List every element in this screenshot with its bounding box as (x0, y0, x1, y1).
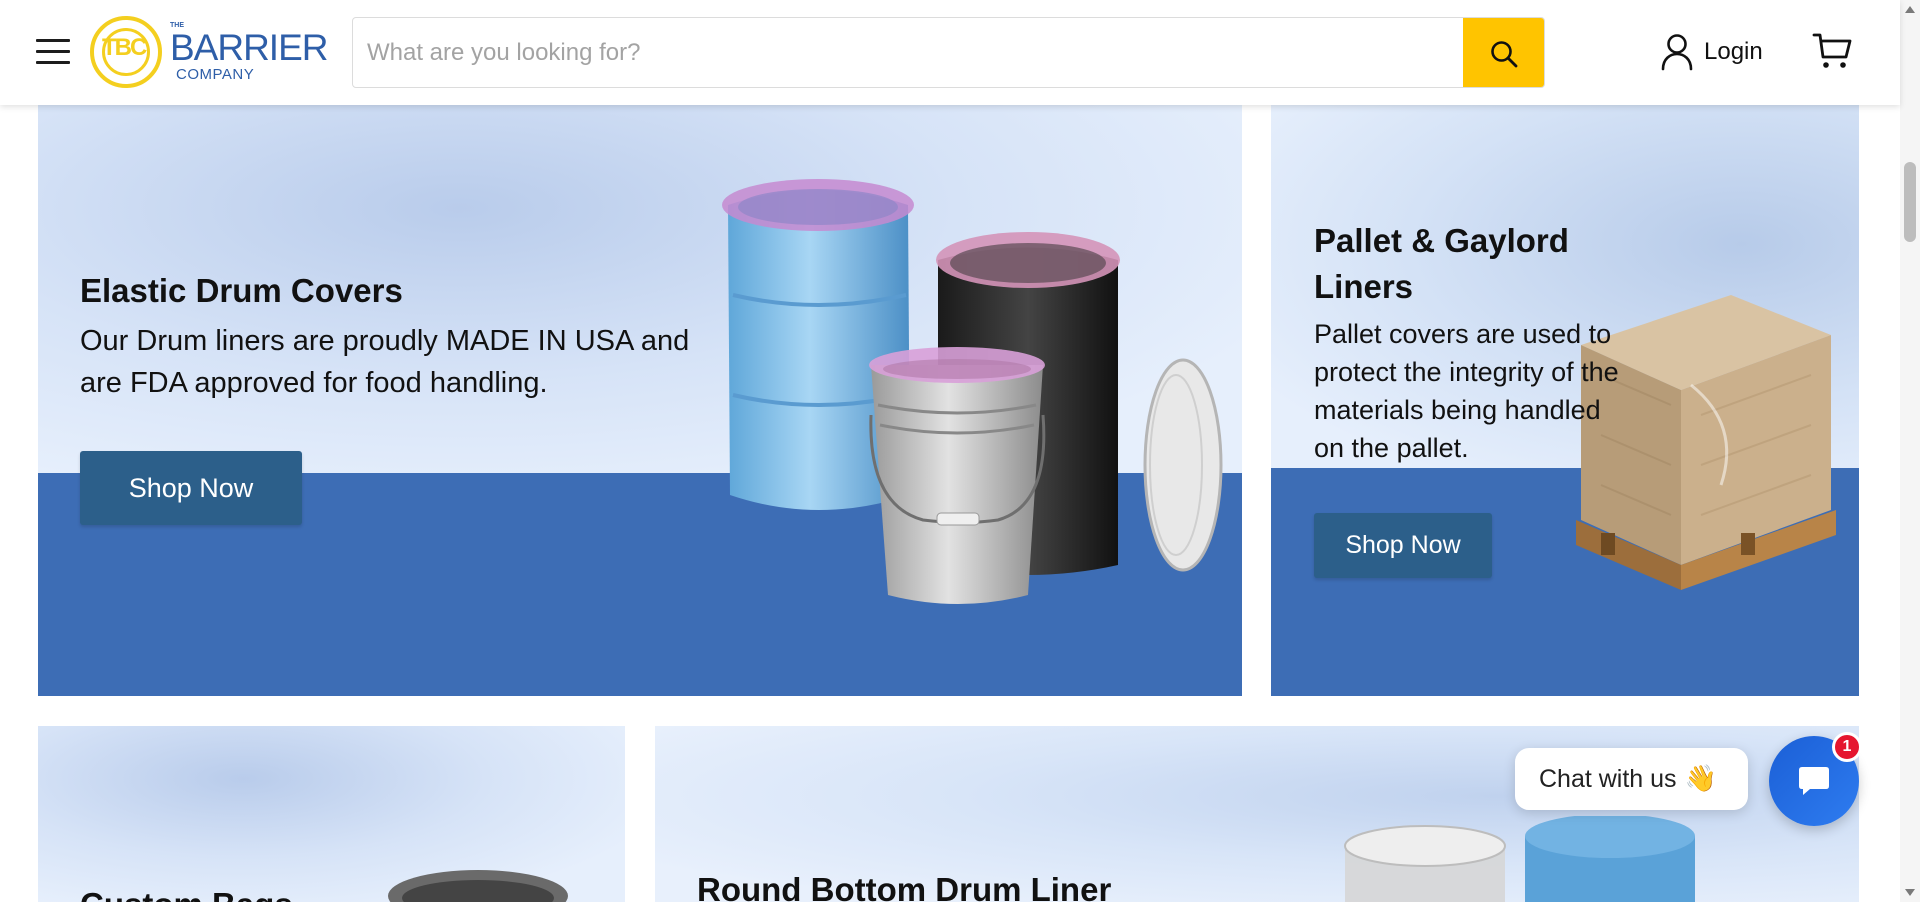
cart-button[interactable] (1812, 30, 1856, 74)
user-icon (1661, 34, 1693, 71)
scroll-down-arrow-icon[interactable] (1905, 889, 1915, 896)
search-input[interactable] (367, 18, 1447, 87)
scroll-thumb[interactable] (1904, 162, 1916, 242)
banner-title: Round Bottom Drum Liner (697, 871, 1112, 902)
page-scrollbar[interactable] (1900, 0, 1920, 902)
chat-label: Chat with us (1539, 764, 1677, 793)
wave-emoji: 👋 (1684, 764, 1717, 794)
drum-liner-illustration (1344, 816, 1695, 902)
banner-description: Our Drum liners are proudly MADE IN USA … (80, 325, 690, 399)
login-link[interactable]: Login (1660, 30, 1763, 74)
menu-icon[interactable] (36, 36, 72, 66)
scroll-up-arrow-icon[interactable] (1905, 6, 1915, 13)
notification-badge: 1 (1832, 732, 1862, 762)
banner-title: Pallet & Gaylord Liners (1314, 222, 1569, 305)
banner-elastic-drum-covers[interactable]: Elastic Drum Covers Our Drum liners are … (38, 95, 1242, 696)
banner-pallet-gaylord-liners[interactable]: Pallet & Gaylord Liners Pallet covers ar… (1271, 95, 1859, 696)
banner-title: Custom Bags (80, 886, 293, 902)
banner-custom-bags[interactable]: Custom Bags (38, 726, 625, 902)
chat-icon (1799, 767, 1829, 795)
custom-bag-illustration (388, 870, 568, 902)
logo-emblem: TBC (90, 16, 162, 88)
site-logo[interactable]: TBC THE BARRIER COMPANY (88, 12, 328, 92)
site-header: TBC THE BARRIER COMPANY Login (0, 0, 1900, 105)
drum-covers-illustration (722, 179, 1223, 604)
banner-description: Pallet covers are used to protect the in… (1314, 319, 1619, 463)
search-bar (352, 17, 1545, 88)
login-label: Login (1704, 38, 1763, 65)
cart-icon (1812, 33, 1852, 68)
logo-name: BARRIER (170, 27, 328, 68)
banner-title: Elastic Drum Covers (80, 272, 403, 309)
shop-now-button[interactable]: Shop Now (80, 451, 302, 525)
logo-sub: COMPANY (176, 66, 255, 83)
chat-prompt[interactable]: Chat with us 👋 (1515, 748, 1748, 810)
shop-now-button[interactable]: Shop Now (1314, 513, 1492, 578)
search-button[interactable] (1463, 18, 1544, 87)
search-icon (1490, 40, 1517, 67)
